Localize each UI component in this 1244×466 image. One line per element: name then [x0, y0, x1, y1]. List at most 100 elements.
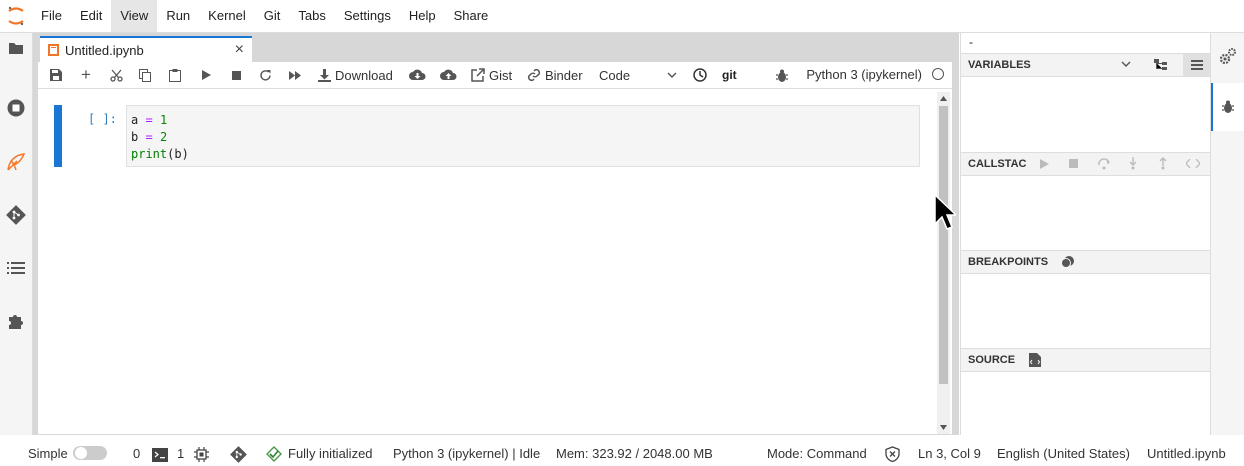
property-inspector-tab[interactable] [1211, 33, 1244, 81]
scroll-down-icon[interactable] [940, 425, 947, 430]
code-line: a = 1 [131, 113, 168, 127]
kernel-status-icon [932, 68, 944, 80]
variables-header: VARIABLES [961, 53, 1211, 77]
table-view-button[interactable] [1183, 54, 1211, 76]
debugger-bug-icon[interactable] [774, 63, 790, 87]
callstack-header: CALLSTAC [961, 152, 1211, 176]
git-button[interactable]: git [722, 63, 737, 87]
debugger-tab[interactable] [1211, 83, 1244, 131]
restart-icon[interactable] [257, 63, 273, 87]
code-editor[interactable]: a = 1 b = 2 print(b) [126, 105, 920, 167]
cell-collapser[interactable] [54, 105, 62, 167]
scroll-up-icon[interactable] [940, 96, 947, 101]
download-button[interactable]: Download [318, 63, 393, 87]
kernel-status-text[interactable]: Python 3 (ipykernel) | Idle [393, 446, 540, 461]
current-file: Untitled.ipynb [1147, 446, 1226, 461]
variables-title: VARIABLES [968, 59, 1031, 71]
kernel-name[interactable]: Python 3 (ipykernel) [806, 67, 922, 82]
debugger-panel: - VARIABLES CALLSTAC BREAKPOINTS SOURCE [960, 33, 1211, 435]
cursor-position[interactable]: Ln 3, Col 9 [918, 446, 981, 461]
source-title: SOURCE [968, 354, 1016, 366]
terminal-icon[interactable] [152, 448, 168, 462]
right-sidebar [1210, 33, 1244, 435]
copy-icon[interactable] [137, 63, 153, 87]
menu-kernel[interactable]: Kernel [199, 0, 255, 32]
language[interactable]: English (United States) [997, 446, 1130, 461]
shield-x-icon[interactable] [885, 446, 900, 462]
folder-icon[interactable] [5, 37, 27, 59]
notebook-icon [48, 44, 59, 56]
tab-untitled-ipynb[interactable]: Untitled.ipynb × [40, 36, 252, 62]
chevron-down-icon [667, 72, 677, 78]
download-icon [318, 68, 331, 82]
notebook-toolbar: + Download Gist Binder Code git Python 3… [38, 62, 952, 89]
git-status-icon[interactable] [230, 446, 247, 463]
table-of-contents-icon[interactable] [5, 257, 27, 279]
menu-git[interactable]: Git [255, 0, 290, 32]
debugger-title: - [969, 35, 973, 49]
open-source-icon[interactable] [1029, 353, 1041, 367]
paste-icon[interactable] [167, 63, 183, 87]
gist-label: Gist [489, 67, 513, 83]
notebook-panel: + Download Gist Binder Code git Python 3… [38, 62, 952, 434]
add-cell-icon[interactable]: + [78, 63, 94, 87]
running-sessions-icon[interactable] [5, 97, 27, 119]
code-line: b = 2 [131, 130, 168, 144]
binder-button[interactable]: Binder [527, 63, 583, 87]
terminals-count[interactable]: 0 [133, 446, 140, 461]
cloud-upload-icon[interactable] [439, 63, 457, 87]
cut-icon[interactable] [108, 63, 124, 87]
cell-type-value: Code [599, 67, 631, 83]
menu-tabs[interactable]: Tabs [289, 0, 334, 32]
menubar: File Edit View Run Kernel Git Tabs Setti… [0, 0, 1244, 33]
menu-run[interactable]: Run [157, 0, 199, 32]
step-out-icon[interactable] [1158, 157, 1168, 170]
menu-file[interactable]: File [32, 0, 71, 32]
breakpoints-header: BREAKPOINTS [961, 250, 1211, 274]
simple-mode-toggle[interactable] [73, 446, 107, 460]
kernel-chip-icon[interactable] [194, 447, 209, 462]
clock-icon[interactable] [692, 63, 708, 87]
tree-view-icon[interactable] [1154, 59, 1167, 70]
breakpoints-title: BREAKPOINTS [968, 256, 1049, 268]
code-line: print(b) [131, 147, 189, 161]
gist-button[interactable]: Gist [471, 63, 512, 87]
run-icon[interactable] [198, 63, 214, 87]
chevron-down-icon[interactable] [1121, 61, 1131, 67]
code-brackets-icon[interactable] [1186, 159, 1200, 168]
cloud-download-icon[interactable] [408, 63, 426, 87]
toggle-knob [75, 447, 87, 459]
menu-help[interactable]: Help [400, 0, 445, 32]
cell-type-select[interactable]: Code [599, 63, 679, 87]
extensions-puzzle-icon[interactable] [5, 310, 27, 332]
git-icon[interactable] [5, 204, 27, 226]
cell-prompt: [ ]: [88, 112, 117, 126]
scrollbar-thumb[interactable] [939, 106, 948, 384]
remove-breakpoints-icon[interactable] [1061, 255, 1075, 269]
bug-icon [1222, 100, 1234, 113]
menu-settings[interactable]: Settings [335, 0, 400, 32]
stop-icon[interactable] [228, 63, 244, 87]
extension-logo-icon[interactable] [5, 151, 27, 173]
menu-view[interactable]: View [111, 0, 158, 32]
continue-icon[interactable] [1040, 159, 1049, 169]
save-icon[interactable] [48, 63, 64, 87]
menu-icon [1191, 60, 1203, 70]
callstack-title: CALLSTAC [968, 158, 1027, 170]
lsp-status-icon[interactable] [266, 446, 282, 462]
kernels-count[interactable]: 1 [177, 446, 184, 461]
source-header: SOURCE [961, 348, 1211, 372]
menu-edit[interactable]: Edit [71, 0, 111, 32]
external-link-icon [471, 68, 485, 82]
menu-share[interactable]: Share [445, 0, 498, 32]
scrollbar[interactable] [937, 92, 950, 434]
binder-label: Binder [545, 67, 583, 83]
terminate-icon[interactable] [1069, 159, 1078, 168]
step-in-icon[interactable] [1128, 157, 1138, 170]
jupyter-logo-icon [0, 0, 32, 32]
fast-forward-icon[interactable] [287, 63, 303, 87]
step-over-icon[interactable] [1097, 157, 1111, 170]
left-sidebar [0, 33, 33, 435]
close-icon[interactable]: × [235, 41, 244, 59]
lsp-status-text[interactable]: Fully initialized [288, 446, 373, 461]
